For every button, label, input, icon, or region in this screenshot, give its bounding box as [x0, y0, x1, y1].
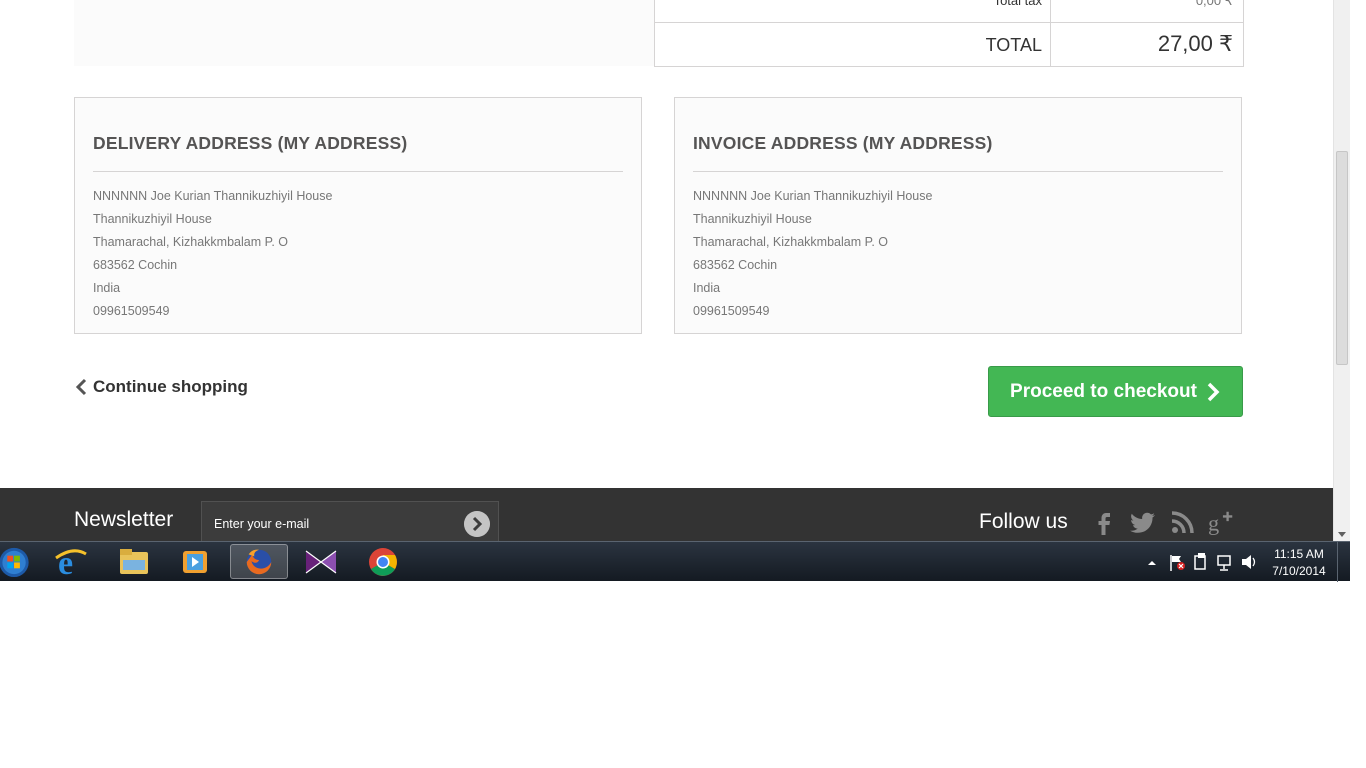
address-line: 683562 Cochin: [93, 258, 178, 272]
total-tax-row: Total tax 0,00 ₹: [655, 0, 1243, 22]
file-explorer-icon[interactable]: [105, 544, 163, 579]
checkout-label: Proceed to checkout: [1010, 380, 1197, 402]
windows-taskbar: e 11:15 AM 7/10/2014: [0, 541, 1350, 582]
address-line: Thannikuzhiyil House: [693, 212, 812, 226]
checkout-page: Total tax 0,00 ₹ TOTAL 27,00 ₹ DELIVERY …: [0, 0, 1333, 541]
newsletter-placeholder: Enter your e-mail: [214, 517, 310, 531]
address-line: NNNNNN Joe Kurian Thannikuzhiyil House: [93, 189, 333, 203]
chevron-left-icon: [75, 378, 87, 396]
newsletter-title: Newsletter: [74, 508, 174, 531]
address-line: India: [93, 281, 121, 295]
proceed-to-checkout-button[interactable]: Proceed to checkout: [988, 366, 1243, 417]
total-tax-label: Total tax: [655, 0, 1051, 22]
scroll-down-arrow-icon[interactable]: [1338, 532, 1346, 537]
visual-studio-icon[interactable]: [292, 544, 350, 579]
start-orb-icon[interactable]: [0, 544, 32, 579]
address-line: NNNNNN Joe Kurian Thannikuzhiyil House: [693, 189, 933, 203]
divider: [693, 171, 1223, 172]
firefox-taskbar-button[interactable]: [230, 544, 288, 579]
divider: [93, 171, 623, 172]
total-row: TOTAL 27,00 ₹: [655, 22, 1243, 66]
show-desktop-button[interactable]: [1337, 542, 1350, 582]
total-value: 27,00 ₹: [1157, 31, 1233, 56]
system-clock[interactable]: 11:15 AM 7/10/2014: [1268, 546, 1330, 580]
cart-summary-table: Total tax 0,00 ₹ TOTAL 27,00 ₹: [654, 0, 1244, 67]
vertical-scrollbar[interactable]: [1333, 0, 1350, 541]
address-line: India: [693, 281, 721, 295]
total-tax-value: 0,00 ₹: [1195, 0, 1233, 8]
action-center-flag-icon[interactable]: [1168, 542, 1186, 582]
address-line: 683562 Cochin: [693, 258, 778, 272]
address-line: Thamarachal, Kizhakkmbalam P. O: [693, 235, 888, 249]
delivery-address-lines: NNNNNN Joe Kurian Thannikuzhiyil House T…: [93, 185, 332, 323]
firefox-icon: [246, 549, 272, 575]
clock-date: 7/10/2014: [1272, 564, 1326, 578]
volume-icon[interactable]: [1240, 542, 1258, 582]
invoice-address-title: INVOICE ADDRESS (MY ADDRESS): [693, 133, 993, 153]
google-plus-icon[interactable]: g: [1208, 508, 1236, 536]
chrome-icon[interactable]: [354, 544, 412, 579]
svg-text:g: g: [1208, 510, 1219, 535]
network-icon[interactable]: [1216, 542, 1234, 582]
newsletter-submit-icon[interactable]: [464, 511, 490, 537]
twitter-icon[interactable]: [1129, 508, 1157, 536]
scrollbar-thumb[interactable]: [1336, 151, 1348, 365]
cart-summary-left-area: [74, 0, 654, 66]
invoice-address-box: INVOICE ADDRESS (MY ADDRESS) NNNNNN Joe …: [674, 97, 1242, 334]
address-line: 09961509549: [693, 304, 770, 318]
address-line: 09961509549: [93, 304, 170, 318]
delivery-address-box: DELIVERY ADDRESS (MY ADDRESS) NNNNNN Joe…: [74, 97, 642, 334]
internet-explorer-icon[interactable]: e: [44, 544, 102, 579]
address-line: Thannikuzhiyil House: [93, 212, 212, 226]
total-label: TOTAL: [655, 23, 1051, 66]
address-line: Thamarachal, Kizhakkmbalam P. O: [93, 235, 288, 249]
media-player-icon[interactable]: [166, 544, 224, 579]
site-footer: Newsletter Enter your e-mail Follow us g: [0, 488, 1333, 541]
chevron-right-icon: [1207, 382, 1220, 401]
device-tray-icon[interactable]: [1192, 542, 1208, 582]
facebook-icon[interactable]: [1090, 508, 1118, 536]
continue-shopping-label: Continue shopping: [93, 377, 248, 396]
newsletter-email-input[interactable]: Enter your e-mail: [201, 501, 499, 541]
follow-us-title: Follow us: [979, 510, 1068, 533]
clock-time: 11:15 AM: [1274, 547, 1324, 561]
continue-shopping-link[interactable]: Continue shopping: [74, 377, 248, 397]
delivery-address-title: DELIVERY ADDRESS (MY ADDRESS): [93, 133, 408, 153]
show-hidden-icons-chevron-icon[interactable]: [1146, 542, 1158, 582]
invoice-address-lines: NNNNNN Joe Kurian Thannikuzhiyil House T…: [693, 185, 932, 323]
rss-icon[interactable]: [1169, 508, 1197, 536]
